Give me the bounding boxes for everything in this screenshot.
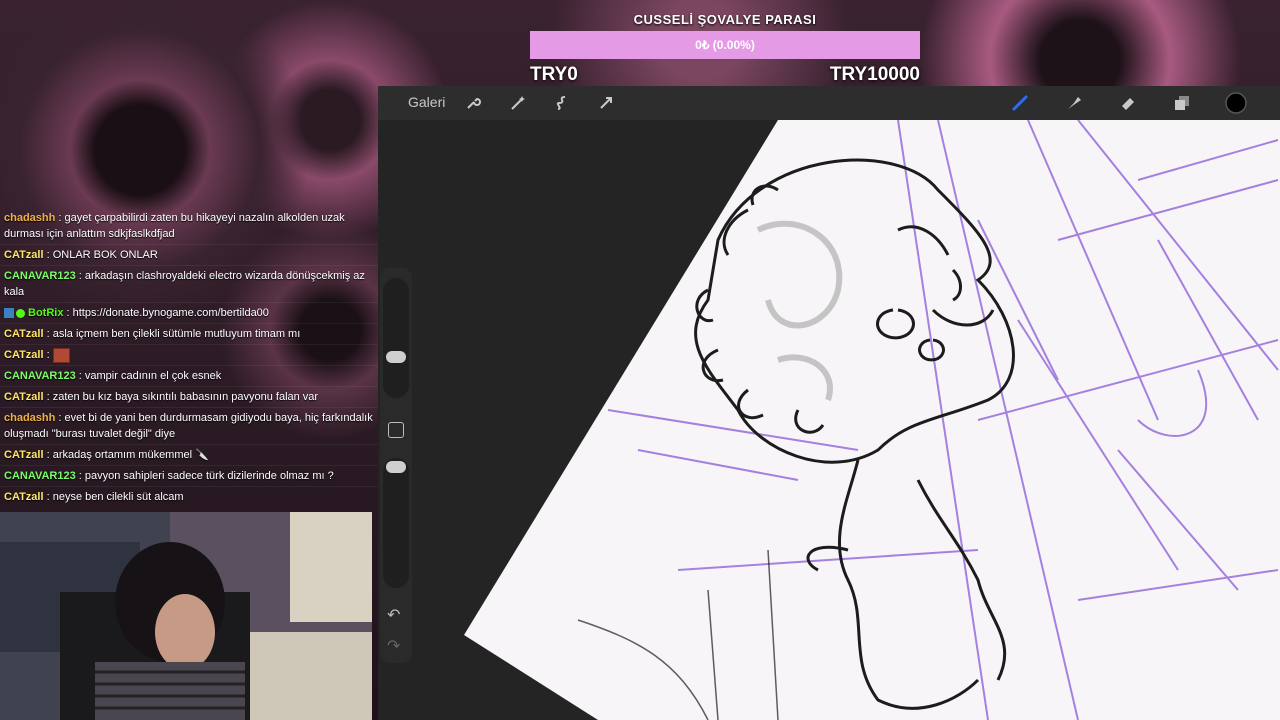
modify-button[interactable]: [388, 422, 404, 438]
chat-username[interactable]: chadashh: [4, 212, 55, 224]
goal-start-amount: TRY0: [530, 64, 578, 85]
chat-username[interactable]: CATzall: [4, 328, 44, 340]
goal-title: CUSSELİ ŞOVALYE PARASI: [633, 12, 817, 27]
chat-message: CANAVAR123 : vampir cadının el çok esnek: [0, 366, 378, 387]
chat-text: asla içmem ben çilekli sütümle mutluyum …: [52, 328, 301, 340]
chat-text: https://donate.bynogame.com/bertilda00: [72, 307, 269, 319]
goal-end-amount: TRY10000: [829, 64, 920, 85]
chat-username[interactable]: CATzall: [4, 249, 44, 261]
chat-username[interactable]: CATzall: [4, 391, 44, 403]
chat-message: CANAVAR123 : pavyon sahipleri sadece tür…: [0, 466, 378, 487]
chat-username[interactable]: CATzall: [4, 349, 44, 361]
chat-text: pavyon sahipleri sadece türk dizilerinde…: [84, 470, 334, 482]
redo-icon[interactable]: ↷: [387, 636, 400, 656]
chat-message: BotRix : https://donate.bynogame.com/ber…: [0, 303, 378, 324]
magic-wand-icon[interactable]: [509, 94, 527, 112]
eraser-icon[interactable]: [1119, 94, 1137, 112]
brush-icon[interactable]: [1011, 94, 1029, 112]
chat-text: ONLAR BOK ONLAR: [52, 249, 158, 261]
chat-text: arkadaş ortamım mükemmel 🔪: [52, 449, 209, 461]
chat-text: zaten bu kız baya sıkıntılı babasının pa…: [52, 391, 319, 403]
layers-icon[interactable]: [1173, 94, 1191, 112]
drawing-app: Galeri: [378, 86, 1280, 720]
chat-message: CATzall : zaten bu kız baya sıkıntılı ba…: [0, 387, 378, 408]
goal-progress-bar: 0₺ (0.00%): [530, 31, 920, 59]
goal-progress-text: 0₺ (0.00%): [695, 38, 755, 52]
chat-username[interactable]: BotRix: [28, 307, 63, 319]
chat-username[interactable]: CANAVAR123: [4, 470, 76, 482]
chat-username[interactable]: CANAVAR123: [4, 270, 76, 282]
emote-icon: [52, 347, 70, 363]
webcam-feed: [0, 512, 372, 720]
chat-message: CATzall : arkadaş ortamım mükemmel 🔪: [0, 445, 378, 466]
chat-message: CANAVAR123 : arkadaşın clashroyaldeki el…: [0, 266, 378, 303]
opacity-slider[interactable]: [383, 458, 409, 588]
chat-message: chadashh : evet bi de yani ben durdurmas…: [0, 408, 378, 445]
brush-sidebar: ↶ ↷: [380, 268, 412, 663]
chat-username[interactable]: CATzall: [4, 491, 44, 503]
undo-icon[interactable]: ↶: [387, 605, 400, 625]
chat-username[interactable]: chadashh: [4, 412, 55, 424]
wrench-icon[interactable]: [464, 94, 482, 112]
drawing-canvas[interactable]: [378, 120, 1280, 720]
chat-message: CATzall : asla içmem ben çilekli sütümle…: [0, 324, 378, 345]
chat-text: vampir cadının el çok esnek: [84, 370, 222, 382]
selection-icon[interactable]: [553, 94, 571, 112]
chat-message: chadashh : gayet çarpabilirdi zaten bu h…: [0, 208, 378, 245]
chat-text: evet bi de yani ben durdurmasam gidiyodu…: [4, 412, 373, 440]
chat-text: neyse ben cilekli süt alcam: [52, 491, 184, 503]
chat-message: CATzall : ONLAR BOK ONLAR: [0, 245, 378, 266]
brush-size-knob[interactable]: [386, 351, 406, 363]
color-icon[interactable]: [1225, 92, 1247, 114]
bot-badge-icon: [4, 308, 14, 319]
chat-panel: chadashh : gayet çarpabilirdi zaten bu h…: [0, 208, 378, 503]
chat-message: CATzall : neyse ben cilekli süt alcam: [0, 487, 378, 503]
chat-message: CATzall :: [0, 345, 378, 366]
chat-username[interactable]: CATzall: [4, 449, 44, 461]
transform-icon[interactable]: [597, 94, 615, 112]
chat-text: gayet çarpabilirdi zaten bu hikayeyi naz…: [4, 212, 345, 240]
smudge-icon[interactable]: [1065, 94, 1083, 112]
brush-size-slider[interactable]: [383, 278, 409, 398]
app-toolbar: Galeri: [378, 86, 1280, 120]
opacity-knob[interactable]: [386, 461, 406, 473]
verified-badge-icon: [16, 308, 25, 318]
chat-username[interactable]: CANAVAR123: [4, 370, 76, 382]
donation-goal: CUSSELİ ŞOVALYE PARASI 0₺ (0.00%) TRY0 T…: [530, 12, 920, 86]
gallery-button[interactable]: Galeri: [408, 94, 445, 110]
